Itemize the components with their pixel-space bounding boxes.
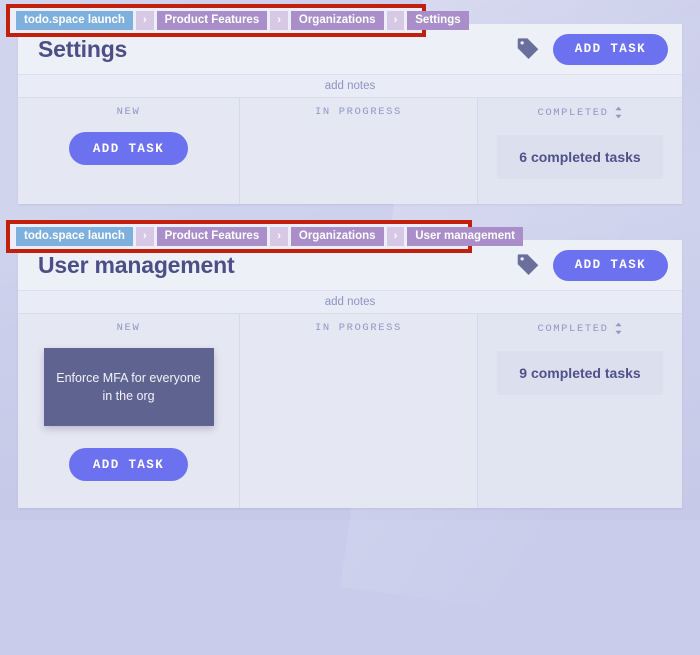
task-card[interactable]: Enforce MFA for everyone in the org (43, 348, 214, 426)
sort-chevrons-icon[interactable] (614, 322, 623, 335)
breadcrumb-user-management: todo.space launch › Product Features › Organ… (6, 220, 523, 253)
add-task-button-new-column[interactable]: ADD TASK (68, 132, 189, 165)
breadcrumb-separator-icon: › (386, 11, 405, 30)
board-columns: NEW Enforce MFA for everyone in the org … (18, 314, 682, 508)
column-title-in-progress: IN PROGRESS (240, 106, 477, 118)
sort-chevrons-icon[interactable] (614, 106, 623, 119)
column-body-new: ADD TASK (18, 132, 239, 165)
column-in-progress: IN PROGRESS (240, 98, 478, 204)
page-title: User management (38, 251, 235, 278)
add-notes-label: add notes (324, 80, 376, 92)
column-title-in-progress: IN PROGRESS (240, 322, 477, 334)
column-body-new: Enforce MFA for everyone in the org ADD … (18, 348, 239, 481)
breadcrumb-separator-icon: › (270, 11, 288, 30)
breadcrumb-separator-icon: › (386, 227, 405, 246)
breadcrumb-settings: todo.space launch › Product Features › Organ… (6, 4, 469, 37)
board-panel-user-management: User management ADD TASK add notes NEW E… (18, 240, 682, 508)
column-completed: COMPLETED 9 completed tasks (478, 314, 682, 508)
add-task-button-new-column[interactable]: ADD TASK (68, 448, 189, 481)
completed-summary[interactable]: 6 completed tasks (497, 135, 663, 179)
column-completed: COMPLETED 6 completed tasks (478, 98, 682, 204)
column-label: COMPLETED (537, 322, 609, 335)
add-notes-strip[interactable]: add notes (18, 74, 682, 98)
column-body-completed: 9 completed tasks (478, 349, 682, 395)
column-label: IN PROGRESS (315, 106, 402, 118)
breadcrumb-item[interactable]: Organizations (290, 226, 384, 247)
column-title-new: NEW (18, 322, 239, 334)
column-label: COMPLETED (537, 106, 609, 119)
column-title-new: NEW (18, 106, 239, 118)
breadcrumb-separator-icon: › (135, 227, 154, 246)
column-new: NEW Enforce MFA for everyone in the org … (18, 314, 240, 508)
column-label: NEW (116, 106, 141, 118)
column-title-completed[interactable]: COMPLETED (478, 322, 682, 335)
breadcrumb-item[interactable]: User management (407, 226, 523, 247)
breadcrumb-item[interactable]: Organizations (290, 10, 384, 31)
column-body-completed: 6 completed tasks (478, 133, 682, 179)
tag-icon[interactable] (515, 252, 541, 278)
column-label: NEW (116, 322, 141, 334)
breadcrumb-separator-icon: › (270, 227, 288, 246)
breadcrumb-item[interactable]: todo.space launch (16, 226, 133, 247)
add-task-button-header[interactable]: ADD TASK (552, 33, 668, 65)
board-columns: NEW ADD TASK IN PROGRESS COMPLETED 6 com… (18, 98, 682, 204)
column-label: IN PROGRESS (315, 322, 402, 334)
column-new: NEW ADD TASK (18, 98, 240, 204)
app-background: Settings ADD TASK add notes NEW ADD TASK (0, 0, 700, 520)
add-notes-strip[interactable]: add notes (18, 290, 682, 314)
tag-icon[interactable] (515, 36, 541, 62)
page-title: Settings (38, 35, 128, 62)
breadcrumb-item[interactable]: todo.space launch (16, 10, 133, 31)
breadcrumb-item[interactable]: Settings (407, 10, 469, 31)
board-panel-settings: Settings ADD TASK add notes NEW ADD TASK (18, 24, 682, 204)
add-task-button-header[interactable]: ADD TASK (552, 249, 668, 281)
column-in-progress: IN PROGRESS (240, 314, 478, 508)
completed-summary[interactable]: 9 completed tasks (497, 351, 663, 395)
breadcrumb-item[interactable]: Product Features (156, 10, 268, 31)
breadcrumb-separator-icon: › (135, 11, 154, 30)
add-notes-label: add notes (324, 296, 376, 308)
column-title-completed[interactable]: COMPLETED (478, 106, 682, 119)
breadcrumb-item[interactable]: Product Features (156, 226, 268, 247)
